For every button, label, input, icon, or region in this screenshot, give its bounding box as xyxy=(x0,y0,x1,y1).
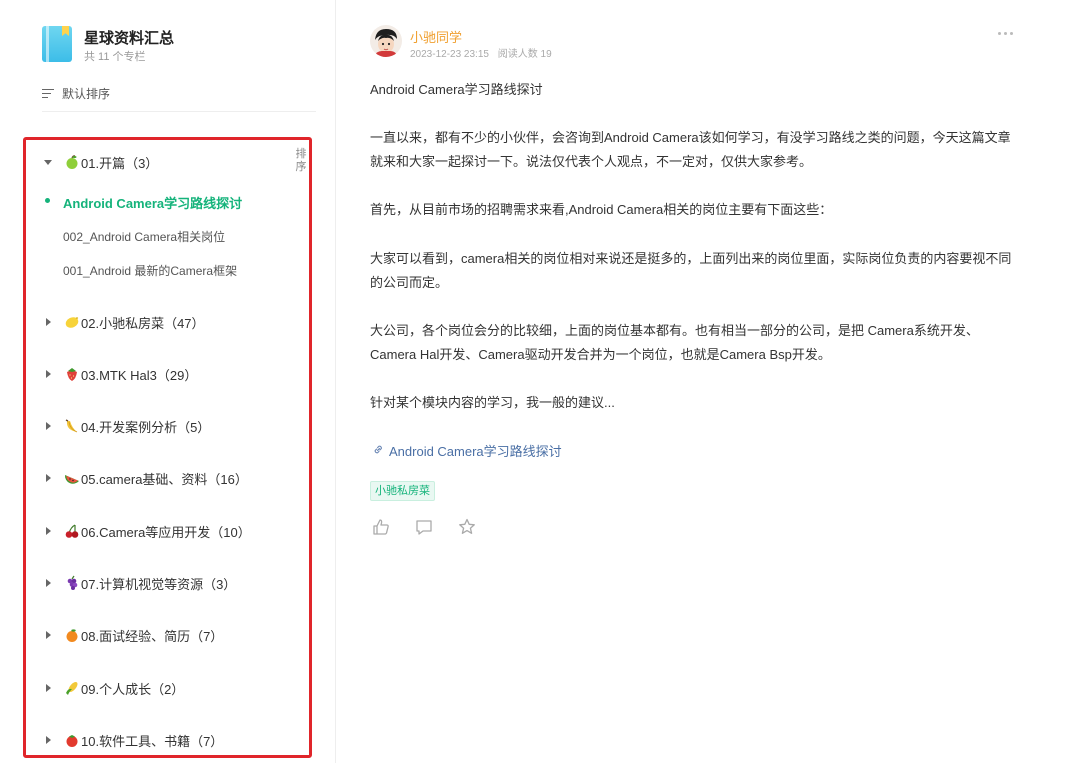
chapter-05[interactable]: 05.camera基础、资料（16） xyxy=(42,467,248,489)
article-item[interactable]: 002_Android Camera相关岗位 xyxy=(63,228,225,245)
caret-right-icon[interactable] xyxy=(42,367,56,381)
caret-right-icon[interactable] xyxy=(42,576,56,590)
chapter-10[interactable]: 10.软件工具、书籍（7） xyxy=(42,729,223,751)
chapter-label: 04.开发案例分析（5） xyxy=(81,419,211,435)
like-icon[interactable] xyxy=(371,517,391,537)
chapter-02[interactable]: 02.小驰私房菜（47） xyxy=(42,311,205,333)
column-count: 共 11 个专栏 xyxy=(84,51,146,63)
caret-right-icon[interactable] xyxy=(42,419,56,433)
post-paragraph: 首先，从目前市场的招聘需求来看,Android Camera相关的岗位主要有下面… xyxy=(370,202,833,217)
caret-right-icon[interactable] xyxy=(42,471,56,485)
corn-icon xyxy=(64,680,80,696)
column-title: 星球资料汇总 xyxy=(84,30,175,47)
grapes-icon xyxy=(64,575,80,591)
chapter-label: 06.Camera等应用开发（10） xyxy=(81,524,251,540)
star-icon[interactable] xyxy=(457,517,477,537)
chapter-01[interactable]: 01.开篇（3） xyxy=(42,151,158,173)
caret-right-icon[interactable] xyxy=(42,315,56,329)
watermelon-icon xyxy=(64,470,80,486)
default-sort-button[interactable]: 默认排序 xyxy=(42,85,110,102)
author-name[interactable]: 小驰同学 xyxy=(410,27,462,46)
chapter-label: 07.计算机视觉等资源（3） xyxy=(81,576,237,592)
active-dot-icon xyxy=(45,198,50,203)
banana-icon xyxy=(64,418,80,434)
chapter-label: 01.开篇（3） xyxy=(81,155,159,171)
chapter-08[interactable]: 08.面试经验、简历（7） xyxy=(42,624,223,646)
caret-right-icon[interactable] xyxy=(42,733,56,747)
chapter-07[interactable]: 07.计算机视觉等资源（3） xyxy=(42,572,236,594)
avatar[interactable] xyxy=(370,25,402,57)
chapter-04[interactable]: 04.开发案例分析（5） xyxy=(42,415,210,437)
article-link[interactable]: Android Camera学习路线探讨 xyxy=(372,441,562,460)
caret-right-icon[interactable] xyxy=(42,628,56,642)
post-paragraph: 大家可以看到，camera相关的岗位相对来说还是挺多的，上面列出来的岗位里面，实… xyxy=(370,251,1012,290)
post-date: 2023-12-23 23:15 xyxy=(410,49,489,60)
cherries-icon xyxy=(64,523,80,539)
caret-right-icon[interactable] xyxy=(42,681,56,695)
post-body: Android Camera学习路线探讨 一直以来，都有不少的小伙伴，会咨询到A… xyxy=(370,78,1020,439)
tomato-icon xyxy=(64,732,80,748)
strawberry-icon xyxy=(64,366,80,382)
caret-down-icon[interactable] xyxy=(42,155,56,169)
post-paragraph: 一直以来，都有不少的小伙伴，会咨询到Android Camera该如何学习，有没… xyxy=(370,130,1011,169)
read-count: 阅读人数 19 xyxy=(497,49,552,60)
caret-right-icon[interactable] xyxy=(42,524,56,538)
chapter-label: 03.MTK Hal3（29） xyxy=(81,367,198,383)
post-paragraph: 大公司，各个岗位会分的比较细，上面的岗位基本都有。也有相当一部分的公司，是把 C… xyxy=(370,323,979,362)
post-tag[interactable]: 小驰私房菜 xyxy=(370,481,435,501)
link-icon xyxy=(372,443,385,459)
lemon-icon xyxy=(64,314,80,330)
chapter-label: 05.camera基础、资料（16） xyxy=(81,471,248,487)
sort-icon xyxy=(42,88,56,100)
default-sort-label: 默认排序 xyxy=(62,87,111,101)
chapter-label: 09.个人成长（2） xyxy=(81,681,185,697)
article-item-active[interactable]: Android Camera学习路线探讨 xyxy=(63,193,242,212)
green-apple-icon xyxy=(64,154,80,170)
divider xyxy=(42,111,316,112)
chapter-06[interactable]: 06.Camera等应用开发（10） xyxy=(42,520,251,542)
post-paragraph: Android Camera学习路线探讨 xyxy=(370,82,543,97)
article-item[interactable]: 001_Android 最新的Camera框架 xyxy=(63,262,237,279)
comment-icon[interactable] xyxy=(414,517,434,537)
article-link-text: Android Camera学习路线探讨 xyxy=(389,444,562,459)
chapter-label: 02.小驰私房菜（47） xyxy=(81,315,205,331)
post-meta: 2023-12-23 23:15 阅读人数 19 xyxy=(410,45,552,60)
more-options-icon[interactable] xyxy=(998,27,1018,39)
toc-sort-button[interactable]: 排序 xyxy=(294,148,308,174)
tangerine-icon xyxy=(64,627,80,643)
chapter-03[interactable]: 03.MTK Hal3（29） xyxy=(42,363,197,385)
chapter-label: 10.软件工具、书籍（7） xyxy=(81,733,224,749)
chapter-label: 08.面试经验、简历（7） xyxy=(81,628,224,644)
chapter-09[interactable]: 09.个人成长（2） xyxy=(42,677,184,699)
post-paragraph: 针对某个模块内容的学习，我一般的建议... xyxy=(370,395,615,410)
